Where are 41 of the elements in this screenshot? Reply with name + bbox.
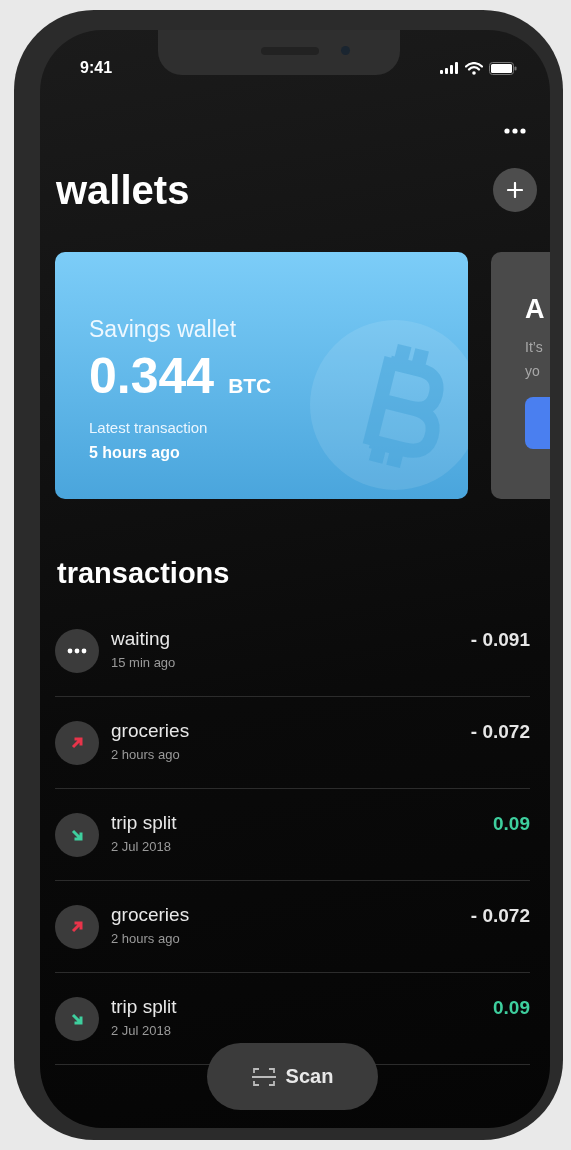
scan-button[interactable]: Scan — [207, 1043, 378, 1110]
add-button[interactable] — [493, 168, 537, 212]
promo-text: yo — [525, 362, 541, 381]
transaction-time: 2 Jul 2018 — [111, 838, 172, 854]
section-title: transactions — [57, 556, 231, 591]
transaction-name: groceries — [111, 903, 191, 926]
latest-label: Latest transaction — [89, 419, 209, 436]
promo-text: It’s — [525, 338, 544, 357]
wifi-icon — [465, 61, 483, 75]
page-title: wallets — [56, 167, 190, 214]
more-icon[interactable] — [504, 128, 526, 134]
transaction-icon — [55, 720, 99, 765]
transaction-name: trip split — [111, 995, 178, 1018]
status-time: 9:41 — [80, 59, 113, 77]
transaction-amount: - 0.072 — [470, 905, 530, 927]
transaction-time: 2 Jul 2018 — [111, 1022, 172, 1038]
transaction-name: groceries — [111, 719, 191, 742]
transaction-icon — [55, 996, 99, 1041]
transaction-time: 2 hours ago — [111, 930, 181, 946]
transaction-icon — [55, 904, 99, 949]
promo-title: A — [525, 294, 546, 325]
wallet-balance: 0.344 — [89, 347, 215, 405]
currency-unit: BTC — [228, 374, 272, 398]
plus-icon — [507, 182, 523, 198]
transaction-amount: - 0.091 — [470, 629, 530, 651]
transaction-amount: 0.09 — [493, 813, 530, 835]
wallet-name: Savings wallet — [89, 316, 238, 343]
latest-time: 5 hours ago — [89, 444, 181, 462]
transaction-icon — [55, 812, 99, 857]
scan-icon — [251, 1066, 276, 1087]
transaction-time: 15 min ago — [111, 654, 177, 670]
transaction-time: 2 hours ago — [111, 746, 181, 762]
transaction-amount: - 0.072 — [470, 721, 530, 743]
transaction-name: trip split — [111, 811, 178, 834]
promo-card[interactable]: A It’s yo — [491, 252, 550, 499]
signal-icon — [440, 62, 459, 74]
bitcoin-icon — [310, 320, 468, 490]
battery-icon — [489, 61, 517, 75]
transaction-amount: 0.09 — [493, 997, 530, 1019]
transaction-name: waiting — [111, 627, 172, 650]
transaction-icon — [55, 628, 99, 673]
